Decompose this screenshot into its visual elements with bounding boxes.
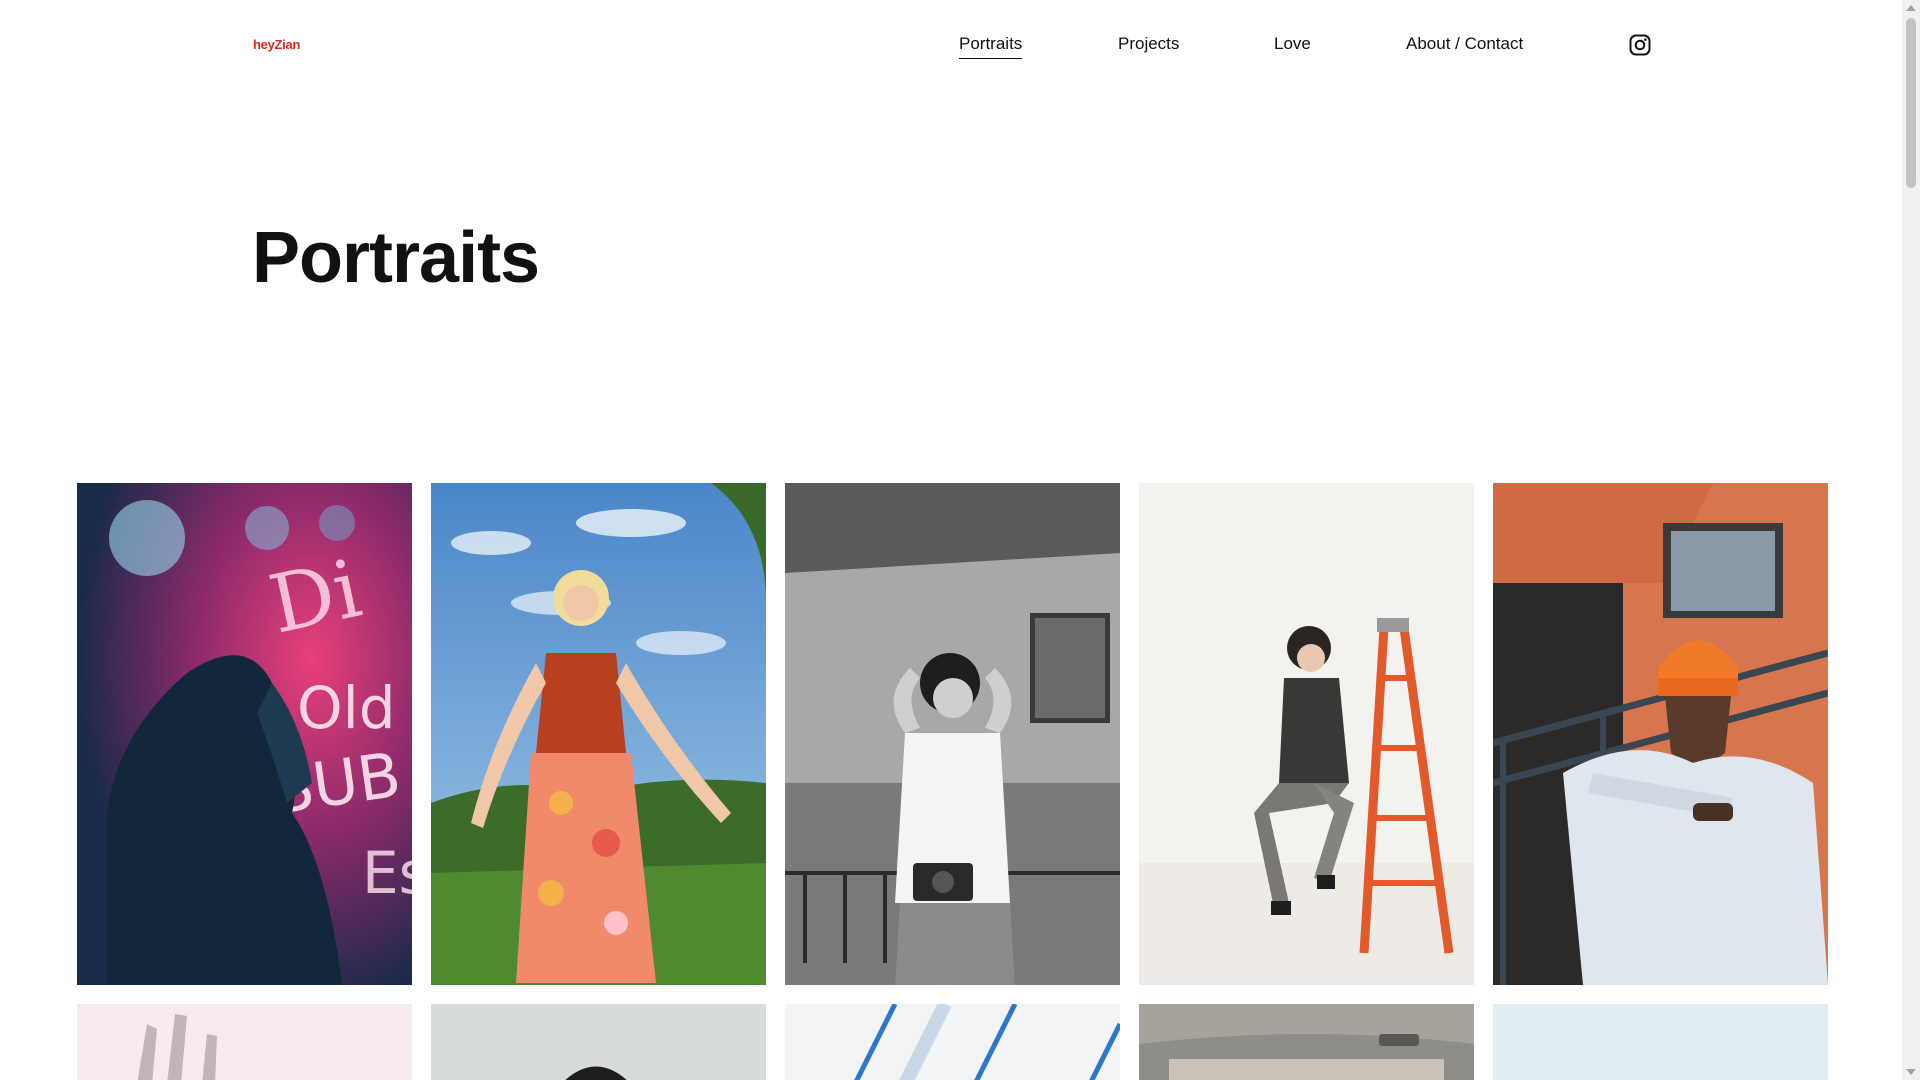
nav-item-projects[interactable]: Projects [1118,33,1179,55]
scroll-up-arrow-icon[interactable] [1906,5,1916,11]
svg-text:Old: Old [297,674,396,742]
page-title: Portraits [252,218,540,298]
gallery-photo-dark-hair[interactable] [431,1004,766,1080]
gallery-photo-ladder[interactable] [1139,483,1474,985]
page-scrollbar[interactable] [1902,0,1920,1080]
site-header: heyZian Portraits Projects Love About / … [0,0,1902,90]
nav-item-love[interactable]: Love [1274,33,1311,55]
gallery-photo-camera-bw[interactable] [785,483,1120,985]
site-logo[interactable]: heyZian [253,37,300,52]
svg-text:Di: Di [262,542,369,652]
gallery-photo-car-roof[interactable] [1139,1004,1474,1080]
gallery-photo-floral-skirt[interactable] [431,483,766,985]
gallery-photo-beanie[interactable] [1493,483,1828,985]
instagram-icon[interactable] [1629,34,1651,56]
svg-text:Es: Es [362,839,412,907]
gallery-photo-hand[interactable] [77,1004,412,1080]
gallery-photo-pale-sky[interactable] [1493,1004,1828,1080]
scroll-down-arrow-icon[interactable] [1906,1069,1916,1075]
nav-item-about-contact[interactable]: About / Contact [1406,33,1523,55]
scrollbar-thumb[interactable] [1906,18,1916,188]
gallery-photo-blue-stripes[interactable] [785,1004,1120,1080]
gallery-photo-neon[interactable]: Di Old SUB Es [77,483,412,985]
nav-item-portraits[interactable]: Portraits [959,33,1023,59]
